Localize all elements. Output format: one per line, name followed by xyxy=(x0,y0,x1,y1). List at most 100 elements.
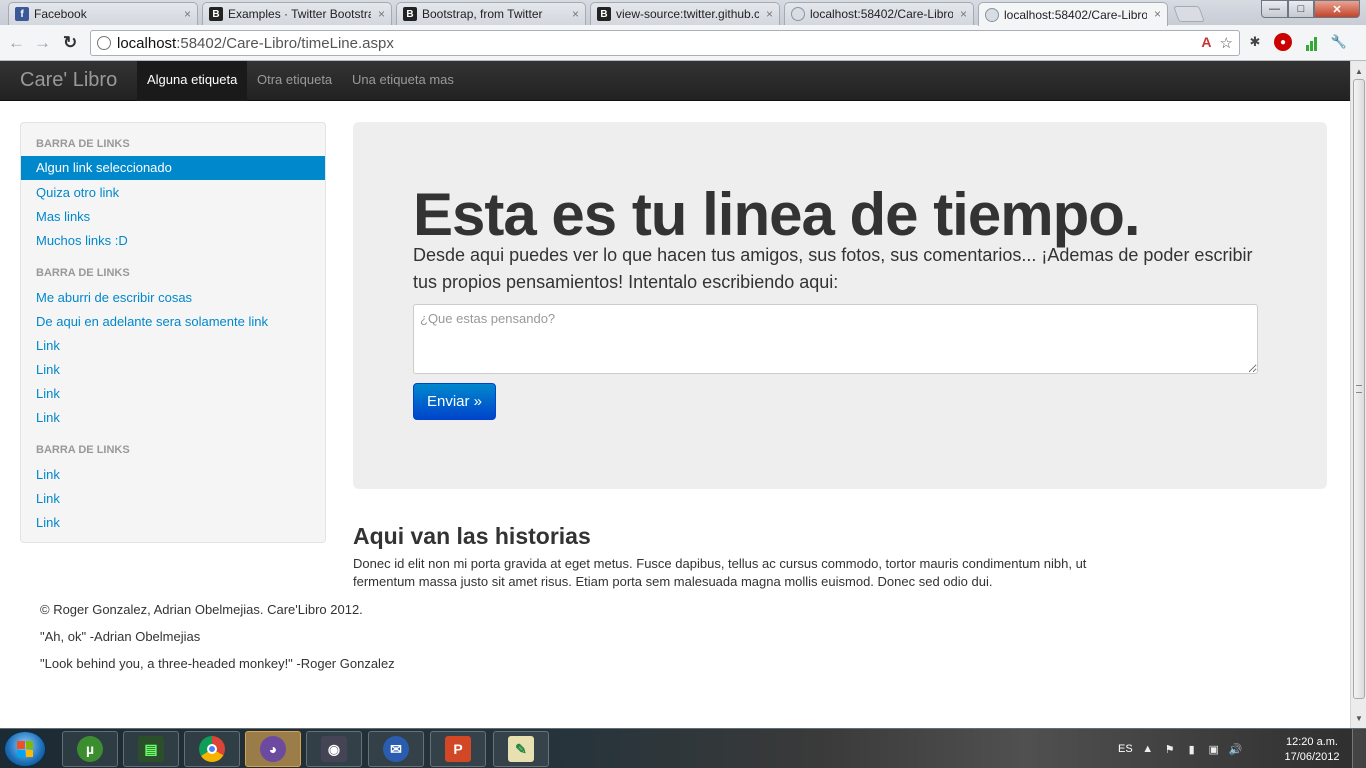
task-manager-icon: ▤ xyxy=(138,736,164,762)
hero-unit: Esta es tu linea de tiempo. Desde aqui p… xyxy=(353,122,1327,489)
scroll-up-arrow-icon[interactable]: ▲ xyxy=(1351,63,1366,79)
chrome-icon xyxy=(199,736,225,762)
sidebar-link[interactable]: De aqui en adelante sera solamente link xyxy=(36,314,268,329)
browser-tab[interactable]: f Facebook × xyxy=(8,2,198,25)
start-button[interactable] xyxy=(4,731,46,767)
thunderbird-icon: ✉ xyxy=(383,736,409,762)
back-arrow-icon[interactable]: ← xyxy=(8,33,25,53)
scroll-down-arrow-icon[interactable]: ▼ xyxy=(1351,710,1366,726)
sidebar-link-selected[interactable]: Algun link seleccionado xyxy=(21,156,325,180)
close-icon[interactable]: × xyxy=(766,7,773,21)
language-indicator[interactable]: ES xyxy=(1118,743,1133,755)
url-path: :58402/Care-Libro/timeLine.aspx xyxy=(176,34,394,52)
browser-tab-active[interactable]: localhost:58402/Care-Libro/ × xyxy=(978,2,1168,26)
volume-icon[interactable]: 🔊 xyxy=(1229,742,1243,756)
sidebar-link[interactable]: Quiza otro link xyxy=(36,185,119,200)
browser-tab[interactable]: B Examples · Twitter Bootstrap × xyxy=(202,2,392,25)
nav-link-una-etiqueta-mas[interactable]: Una etiqueta mas xyxy=(342,61,464,101)
stories-heading: Aqui van las historias xyxy=(353,523,591,549)
sidebar-link[interactable]: Link xyxy=(36,338,60,353)
close-icon[interactable]: × xyxy=(1154,7,1161,21)
forward-arrow-icon[interactable]: → xyxy=(34,33,51,53)
clock-date: 17/06/2012 xyxy=(1284,751,1340,763)
windows-logo-icon xyxy=(17,741,33,757)
taskbar-app[interactable]: ✎ xyxy=(493,731,549,767)
status-textarea[interactable] xyxy=(413,304,1258,374)
brand-logo[interactable]: Care' Libro xyxy=(20,69,117,92)
maximize-button[interactable]: □ xyxy=(1288,0,1314,18)
signal-bars-icon[interactable] xyxy=(1302,33,1320,51)
address-bar[interactable]: localhost:58402/Care-Libro/timeLine.aspx… xyxy=(90,30,1240,56)
bookmark-star-icon[interactable]: ☆ xyxy=(1220,34,1233,52)
bug-extension-icon[interactable]: ✱ xyxy=(1246,33,1264,51)
submit-button[interactable]: Enviar » xyxy=(413,383,496,420)
hero-description: Desde aqui puedes ver lo que hacen tus a… xyxy=(413,245,1253,292)
sidebar-link[interactable]: Link xyxy=(36,386,60,401)
close-icon[interactable]: × xyxy=(572,7,579,21)
taskbar-app[interactable]: ▤ xyxy=(123,731,179,767)
clock-time: 12:20 a.m. xyxy=(1286,736,1338,748)
sidebar-header: BARRA DE LINKS xyxy=(36,267,130,279)
sidebar-link[interactable]: Link xyxy=(36,491,60,506)
sidebar-link[interactable]: Muchos links :D xyxy=(36,233,128,248)
close-icon[interactable]: × xyxy=(960,7,967,21)
hero-title: Esta es tu linea de tiempo. xyxy=(413,181,1141,248)
reload-icon[interactable]: ↻ xyxy=(63,33,77,53)
grip-icon xyxy=(1356,385,1362,393)
page-info-icon[interactable] xyxy=(97,36,111,50)
tab-title: Examples · Twitter Bootstrap xyxy=(228,7,371,21)
sidebar-link[interactable]: Me aburri de escribir cosas xyxy=(36,290,192,305)
adblock-icon[interactable]: ● xyxy=(1274,33,1292,51)
top-navbar: Care' Libro Alguna etiqueta Otra etiquet… xyxy=(0,61,1350,101)
nav-link-alguna-etiqueta[interactable]: Alguna etiqueta xyxy=(137,61,248,101)
translate-icon[interactable]: A xyxy=(1201,34,1211,52)
taskbar-app[interactable]: ✉ xyxy=(368,731,424,767)
utorrent-icon: µ xyxy=(77,736,103,762)
close-window-button[interactable]: ✕ xyxy=(1314,0,1360,18)
footer-copyright: © Roger Gonzalez, Adrian Obelmejias. Car… xyxy=(40,602,363,617)
browser-tab[interactable]: B view-source:twitter.github.c × xyxy=(590,2,780,25)
url-host: localhost xyxy=(117,34,177,52)
action-center-flag-icon[interactable]: ⚑ xyxy=(1163,742,1177,756)
new-tab-button[interactable] xyxy=(1173,6,1205,22)
tray-expand-icon[interactable]: ▲ xyxy=(1141,742,1155,756)
footer-quote: "Look behind you, a three-headed monkey!… xyxy=(40,656,395,671)
tab-title: Bootstrap, from Twitter xyxy=(422,7,543,21)
bootstrap-icon: B xyxy=(209,7,223,21)
system-tray: ES ▲ ⚑ ▮ ▣ 🔊 xyxy=(1118,729,1243,768)
sidebar-link[interactable]: Link xyxy=(36,467,60,482)
scrollbar-thumb[interactable] xyxy=(1353,79,1365,699)
stories-text: Donec id elit non mi porta gravida at eg… xyxy=(353,556,1087,589)
sidebar-link[interactable]: Link xyxy=(36,515,60,530)
taskbar-app[interactable]: ◉ xyxy=(306,731,362,767)
network-icon[interactable]: ▣ xyxy=(1207,742,1221,756)
wrench-menu-icon[interactable]: 🔧 xyxy=(1330,33,1348,51)
taskbar-app-active[interactable]: ◕ xyxy=(245,731,301,767)
taskbar-app[interactable]: µ xyxy=(62,731,118,767)
browser-tab[interactable]: B Bootstrap, from Twitter × xyxy=(396,2,586,25)
sidebar-link[interactable]: Link xyxy=(36,410,60,425)
tab-title: localhost:58402/Care-Libro/ xyxy=(810,7,953,21)
minimize-button[interactable]: — xyxy=(1261,0,1288,18)
nav-link-otra-etiqueta[interactable]: Otra etiqueta xyxy=(247,61,342,101)
power-icon[interactable]: ▮ xyxy=(1185,742,1199,756)
taskbar-app[interactable]: P xyxy=(430,731,486,767)
page-viewport: Care' Libro Alguna etiqueta Otra etiquet… xyxy=(0,61,1350,728)
page-scrollbar[interactable]: ▲ ▼ xyxy=(1350,61,1366,728)
text-editor-icon: ✎ xyxy=(508,736,534,762)
sidebar-link[interactable]: Link xyxy=(36,362,60,377)
sidebar-header: BARRA DE LINKS xyxy=(36,138,130,150)
close-icon[interactable]: × xyxy=(184,7,191,21)
close-icon[interactable]: × xyxy=(378,7,385,21)
globe-icon xyxy=(791,7,805,21)
browser-tab[interactable]: localhost:58402/Care-Libro/ × xyxy=(784,2,974,25)
pidgin-icon: ◕ xyxy=(260,736,286,762)
vmware-icon: ◉ xyxy=(321,736,347,762)
show-desktop-button[interactable] xyxy=(1352,729,1366,768)
taskbar-app[interactable] xyxy=(184,731,240,767)
footer-quote: "Ah, ok" -Adrian Obelmejias xyxy=(40,629,201,644)
taskbar-clock[interactable]: 12:20 a.m. 17/06/2012 xyxy=(1276,735,1348,765)
sidebar-link[interactable]: Mas links xyxy=(36,209,90,224)
facebook-icon: f xyxy=(15,7,29,21)
tab-title: localhost:58402/Care-Libro/ xyxy=(1004,7,1147,22)
